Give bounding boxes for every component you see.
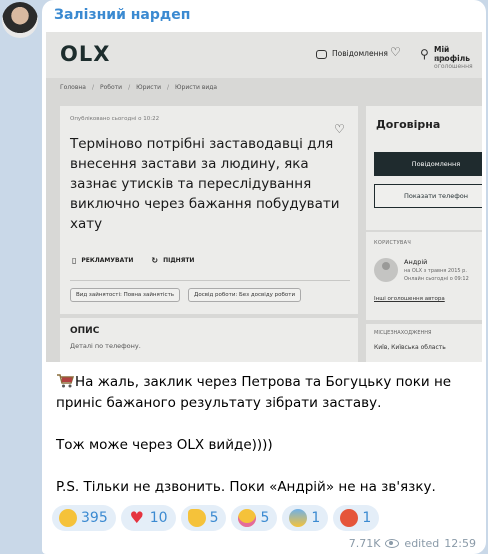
user-avatar-icon xyxy=(374,258,398,282)
promo-actions: ▯ РЕКЛАМУВАТИ ↻ ПІДНЯТИ xyxy=(72,256,194,265)
reaction-thumbs-up[interactable]: 5 xyxy=(180,505,227,531)
tag-experience: Досвід роботи: Без досвіду роботи xyxy=(188,288,302,302)
user-other-ads-link: Інші оголошення автора xyxy=(374,296,445,302)
rofl-emoji-icon xyxy=(59,509,77,527)
header-heart-icon: ♡ xyxy=(390,45,401,59)
reaction-count: 1 xyxy=(311,510,321,526)
price-card: Договірна Повідомлення Показати телефон xyxy=(366,106,482,230)
message-meta: 7.71K edited 12:59 xyxy=(349,537,476,550)
description-text: Деталі по телефону. xyxy=(70,342,141,350)
refresh-icon: ↻ xyxy=(151,256,159,265)
location-heading: Місцезнаходження xyxy=(374,330,432,336)
header-profile-sub: Ваш оголошення xyxy=(434,56,473,70)
party-emoji-icon xyxy=(238,509,257,527)
views-count: 7.71K xyxy=(348,537,381,550)
reaction-party[interactable]: 5 xyxy=(231,505,278,531)
tag-employment: Вид зайнятості: Повна зайнятість xyxy=(70,288,181,302)
message-line-1: На жаль, заклик через Петрова та Богуцьк… xyxy=(56,372,476,414)
reaction-angry[interactable]: 1 xyxy=(333,505,380,531)
message-text: На жаль, заклик через Петрова та Богуцьк… xyxy=(56,372,476,498)
description-card: ОПИС Деталі по телефону. xyxy=(60,318,358,362)
edited-label: edited xyxy=(404,537,440,550)
reaction-count: 5 xyxy=(209,510,219,526)
promote-label: РЕКЛАМУВАТИ xyxy=(81,257,134,264)
show-phone-button: Показати телефон xyxy=(374,184,482,208)
header-user-icon: ⚲ xyxy=(420,47,429,61)
breadcrumb: Головна / Роботи / Юристи / Юристи вида xyxy=(60,84,218,91)
location-text: Київ, Київська область xyxy=(374,344,446,351)
listing-title: Терміново потрібні заставодавці для внес… xyxy=(70,136,340,232)
eye-icon xyxy=(385,539,400,548)
listing-card: Опубліковано сьогодні о 10:22 ♡ Термінов… xyxy=(60,106,358,314)
promote-button: ▯ РЕКЛАМУВАТИ xyxy=(72,256,133,265)
price-label: Договірна xyxy=(376,118,441,131)
bookmark-icon: ▯ xyxy=(72,256,77,265)
reaction-count: 1 xyxy=(362,510,372,526)
olx-header: OLX Повідомлення ♡ ⚲ Мій профіль Ваш ого… xyxy=(46,32,482,78)
message-bubble: Залізний нардеп OLX Повідомлення ♡ ⚲ Мій… xyxy=(42,0,486,554)
send-message-button: Повідомлення xyxy=(374,152,482,176)
description-heading: ОПИС xyxy=(70,326,100,336)
reactions-bar: 395 ♥ 10 5 5 1 1 xyxy=(52,505,380,531)
heart-emoji-icon: ♥ xyxy=(129,508,144,527)
scream-emoji-icon xyxy=(289,509,308,527)
message-icon xyxy=(316,50,327,59)
olx-logo: OLX xyxy=(60,42,111,66)
user-heading: Користувач xyxy=(374,240,412,246)
breadcrumb-item: Юристи xyxy=(136,84,161,91)
header-messages-link: Повідомлення xyxy=(332,49,388,58)
thumbs-up-emoji-icon xyxy=(187,509,206,527)
listing-tags: Вид зайнятості: Повна зайнятість Досвід … xyxy=(70,288,302,302)
reaction-rofl[interactable]: 395 xyxy=(52,505,116,531)
angry-emoji-icon xyxy=(340,509,359,527)
reaction-heart[interactable]: ♥ 10 xyxy=(120,505,176,531)
message-line-2: Тож може через OLX вийде)))) xyxy=(56,437,273,453)
message-time: 12:59 xyxy=(444,537,476,550)
shopping-cart-icon xyxy=(57,374,74,388)
olx-screenshot-photo[interactable]: OLX Повідомлення ♡ ⚲ Мій профіль Ваш ого… xyxy=(46,32,482,362)
breadcrumb-item: Роботи xyxy=(100,84,123,91)
breadcrumb-item: Юристи вида xyxy=(175,84,218,91)
location-card: Місцезнаходження Київ, Київська область xyxy=(366,324,482,362)
channel-avatar[interactable] xyxy=(2,2,38,38)
message-line-1-text: На жаль, заклик через Петрова та Богуцьк… xyxy=(56,374,452,411)
raise-label: ПІДНЯТИ xyxy=(163,257,195,264)
user-name: Андрій xyxy=(404,258,428,266)
user-card: Користувач Андрій на OLX з травня 2015 р… xyxy=(366,232,482,320)
divider xyxy=(70,280,350,281)
reaction-count: 10 xyxy=(149,510,168,526)
published-date: Опубліковано сьогодні о 10:22 xyxy=(70,116,160,122)
sender-name[interactable]: Залізний нардеп xyxy=(54,7,190,23)
user-online: Онлайн сьогодні о 09:12 xyxy=(404,276,469,282)
reaction-count: 5 xyxy=(260,510,270,526)
breadcrumb-item: Головна xyxy=(60,84,86,91)
reaction-scream[interactable]: 1 xyxy=(282,505,329,531)
user-since: на OLX з травня 2015 р. xyxy=(404,268,467,274)
reaction-count: 395 xyxy=(81,510,108,526)
message-line-3: P.S. Тільки не дзвонить. Поки «Андрій» н… xyxy=(56,479,436,495)
raise-button: ↻ ПІДНЯТИ xyxy=(151,256,194,265)
